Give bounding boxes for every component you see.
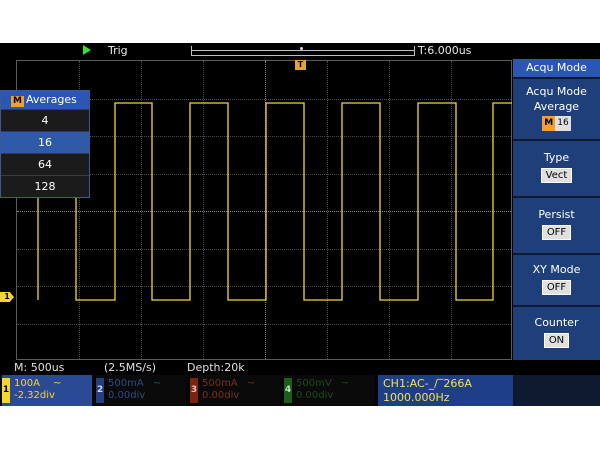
ch1-coupling-icon: ~	[53, 378, 62, 389]
acquisition-info-row: M: 500us (2.5MS/s) Depth:20k	[0, 361, 512, 375]
type-label: Type	[543, 151, 570, 164]
ch2-badge: 2	[96, 378, 104, 403]
ch3-scale: 500mA	[202, 378, 238, 389]
ch2-offset: 0.00div	[108, 390, 146, 401]
acquire-menu-title: Acqu Mode	[513, 59, 600, 77]
acqu-mode-value: Average	[533, 100, 580, 113]
averages-option-selected[interactable]: 16	[1, 131, 89, 153]
memory-depth-readout: Depth:20k	[187, 361, 245, 374]
ch2-scale: 500mA	[108, 378, 144, 389]
type-button[interactable]: Type Vect	[513, 139, 600, 196]
multipurpose-knob-badge: M	[11, 96, 24, 107]
oscilloscope-screen: Trig T:6.000us T 1 MAverages 4 16 64 12	[0, 43, 600, 406]
ch2-status[interactable]: 2 500mA ~ 0.00div	[96, 375, 186, 406]
xy-mode-value: OFF	[541, 280, 572, 295]
acqu-mode-label: Acqu Mode	[526, 85, 587, 98]
ch1-trace	[37, 102, 512, 301]
averages-option[interactable]: 4	[1, 109, 89, 131]
ch4-status[interactable]: 4 500mV ~ 0.00div	[284, 375, 374, 406]
ch3-coupling-icon: ~	[246, 378, 256, 389]
ch1-status[interactable]: 1 100A ~ -2.32div	[2, 375, 92, 406]
ch3-badge: 3	[190, 378, 198, 403]
ch1-offset: -2.32div	[14, 390, 55, 401]
sample-rate-readout: (2.5MS/s)	[104, 361, 156, 374]
xy-mode-label: XY Mode	[532, 263, 581, 276]
persist-label: Persist	[538, 208, 575, 221]
ch1-scale: 100A	[14, 378, 40, 389]
counter-button[interactable]: Counter ON	[513, 305, 600, 360]
frequency-readout: 1000.000Hz	[383, 391, 450, 404]
ch2-coupling-icon: ~	[152, 378, 162, 389]
ch4-offset: 0.00div	[296, 390, 334, 401]
acquire-side-menu: Acqu Mode Acqu Mode Average M 16 Type Vec…	[513, 59, 600, 360]
acqu-mode-badge: M	[542, 116, 556, 131]
acqu-mode-count: 16	[555, 116, 571, 131]
persist-button[interactable]: Persist OFF	[513, 196, 600, 253]
trigger-info-panel[interactable]: CH1:AC-_/‾266A 1000.000Hz	[378, 375, 513, 406]
acqu-mode-button[interactable]: Acqu Mode Average M 16	[513, 77, 600, 139]
type-value: Vect	[540, 168, 573, 183]
timebase-readout: M: 500us	[14, 361, 65, 374]
trigger-source-level: CH1:AC-_/‾266A	[383, 377, 472, 390]
persist-value: OFF	[541, 225, 572, 240]
counter-label: Counter	[534, 316, 579, 329]
ch1-badge: 1	[2, 378, 10, 403]
ch3-status[interactable]: 3 500mA ~ 0.00div	[190, 375, 280, 406]
xy-mode-button[interactable]: XY Mode OFF	[513, 253, 600, 305]
ch4-scale: 500mV	[296, 378, 332, 389]
trigger-position-marker[interactable]: T	[295, 60, 306, 70]
counter-value: ON	[543, 333, 570, 348]
ch4-badge: 4	[284, 378, 292, 403]
averages-menu-title: Averages	[25, 93, 77, 106]
ch3-offset: 0.00div	[202, 390, 240, 401]
status-corner	[513, 375, 600, 406]
averages-option[interactable]: 64	[1, 153, 89, 175]
averages-menu-header: M Averages	[1, 91, 89, 109]
averages-popup-menu: M Averages 4 16 64 128	[0, 90, 90, 198]
ch4-coupling-icon: ~	[340, 378, 350, 389]
channel-status-bar: 1 100A ~ -2.32div 2 500mA ~ 0.00div 3 50…	[0, 375, 600, 406]
averages-option[interactable]: 128	[1, 175, 89, 197]
